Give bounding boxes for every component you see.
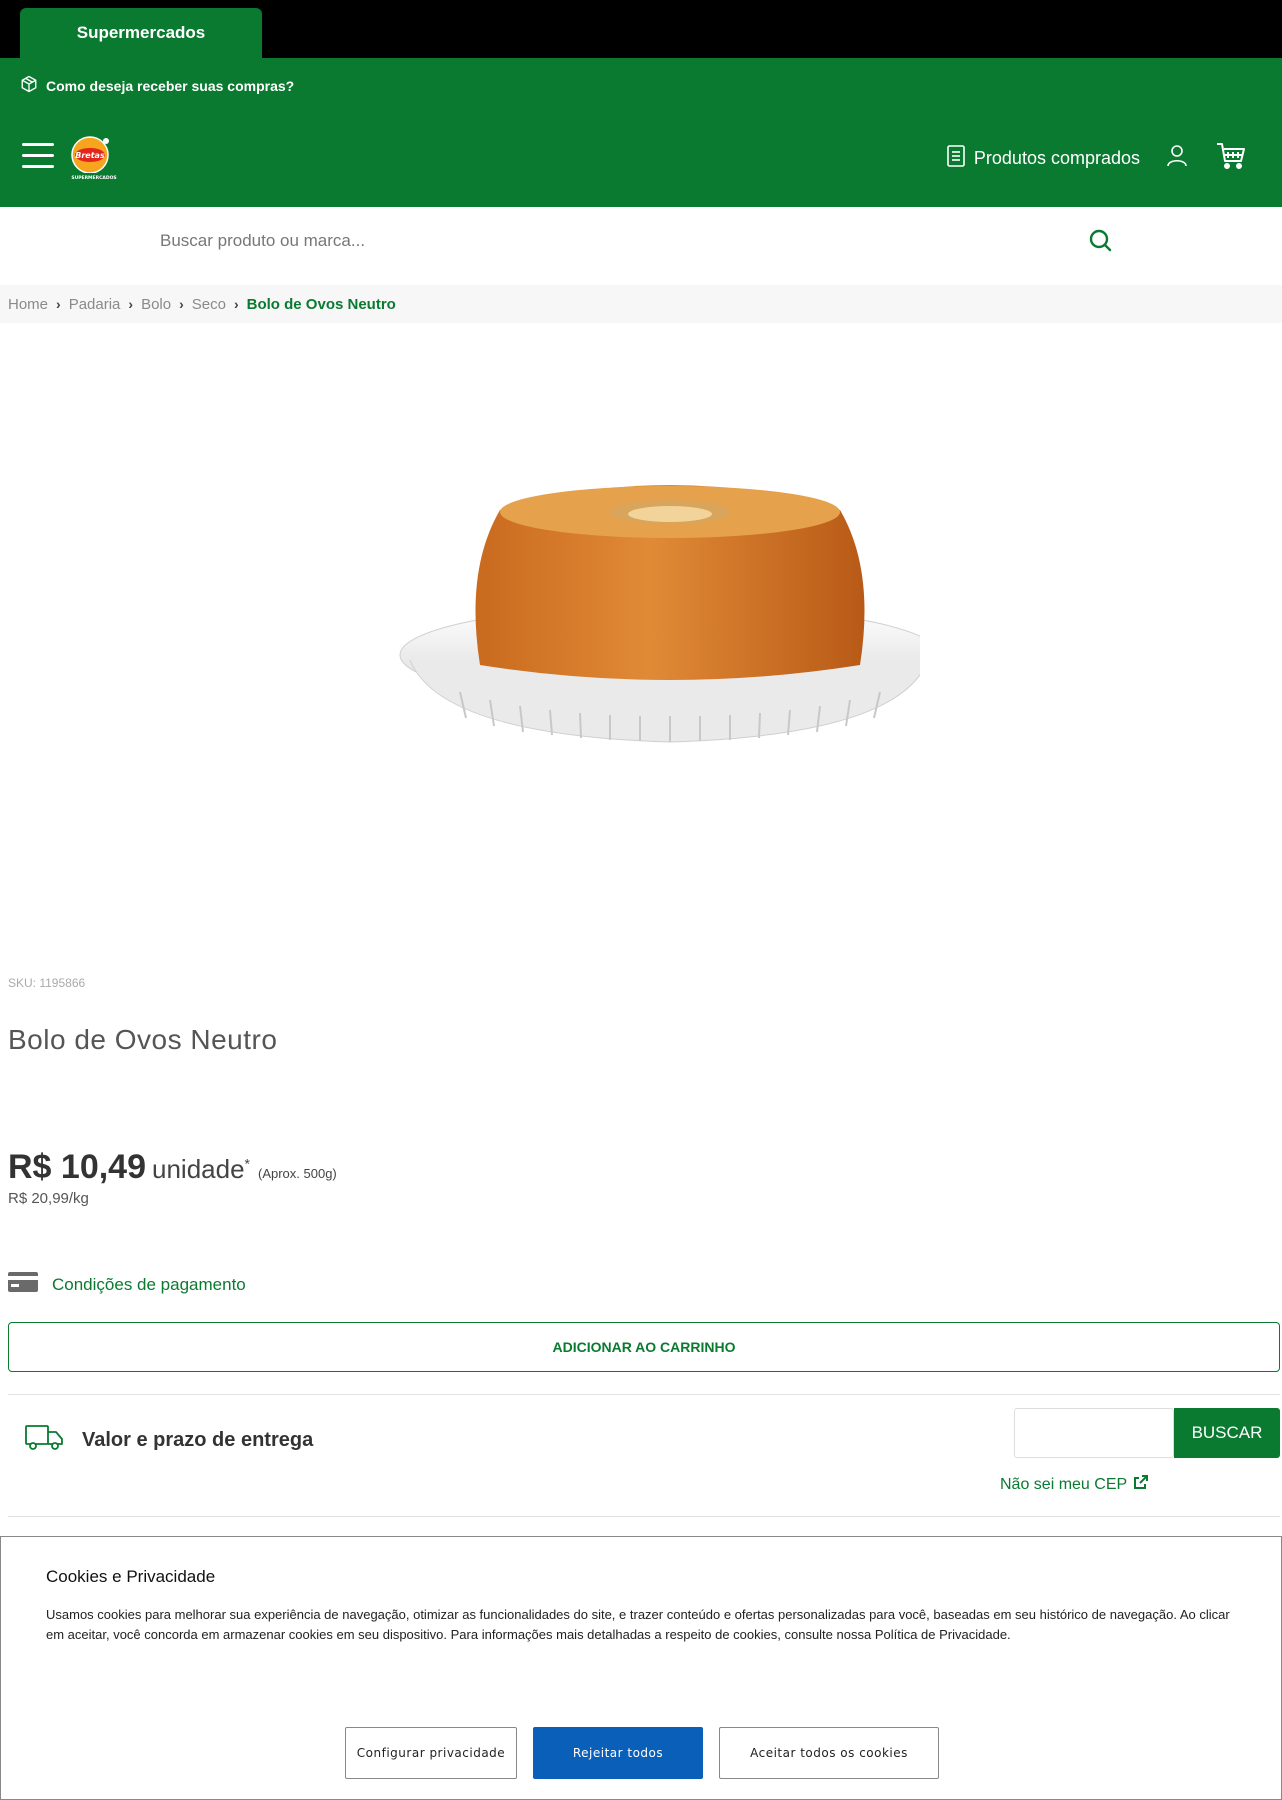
breadcrumb-current: Bolo de Ovos Neutro [246, 295, 396, 313]
user-account-icon[interactable] [1166, 144, 1188, 173]
tab-supermercados[interactable]: Supermercados [20, 8, 262, 58]
product-title: Bolo de Ovos Neutro [8, 1024, 278, 1055]
main-header: Bretas SUPERMERCADOS Produtos comprados [0, 113, 1282, 207]
breadcrumb-separator-icon: › [56, 296, 61, 312]
cookie-consent-banner: Cookies e Privacidade Usamos cookies par… [0, 1536, 1282, 1800]
payment-conditions-label: Condições de pagamento [52, 1274, 246, 1294]
price-unit: unidade* [152, 1154, 250, 1185]
breadcrumb-home[interactable]: Home [8, 296, 48, 313]
payment-conditions-link[interactable]: Condições de pagamento [8, 1272, 246, 1297]
external-link-icon [1133, 1474, 1149, 1495]
breadcrumb-separator-icon: › [128, 296, 134, 312]
divider [8, 1516, 1280, 1517]
product-sku: SKU: 1195866 [8, 976, 86, 990]
bretas-logo[interactable]: Bretas SUPERMERCADOS [66, 133, 132, 185]
delivery-question: Como deseja receber suas compras? [46, 77, 295, 94]
cep-input[interactable] [1014, 1408, 1174, 1458]
delivery-method-bar[interactable]: Como deseja receber suas compras? [0, 58, 1282, 113]
cookie-buttons: Configurar privacidade Rejeitar todos Ac… [1, 1727, 1282, 1779]
top-bar: Supermercados [0, 0, 1282, 58]
shipping-label: Valor e prazo de entrega [24, 1422, 313, 1458]
reject-all-button[interactable]: Rejeitar todos [533, 1727, 703, 1779]
product-image[interactable] [380, 470, 941, 760]
unknown-cep-link[interactable]: Não sei meu CEP [1000, 1474, 1149, 1495]
shipping-label-text: Valor e prazo de entrega [82, 1428, 314, 1451]
logo-text: Bretas [75, 151, 105, 160]
hamburger-menu-icon[interactable] [22, 143, 54, 169]
accept-all-cookies-button[interactable]: Aceitar todos os cookies [719, 1727, 939, 1779]
divider [8, 1394, 1280, 1395]
breadcrumb-padaria[interactable]: Padaria [69, 296, 121, 313]
unknown-cep-label: Não sei meu CEP [1000, 1475, 1128, 1493]
package-icon [20, 75, 38, 96]
add-to-cart-button[interactable]: ADICIONAR AO CARRINHO [8, 1322, 1280, 1372]
receipt-icon [946, 144, 966, 173]
shipping-section: Valor e prazo de entrega BUSCAR Não sei … [24, 1396, 1280, 1516]
price-unit-label: unidade [152, 1154, 245, 1184]
cep-search-button[interactable]: BUSCAR [1174, 1408, 1280, 1458]
tab-supermercados-label: Supermercados [76, 23, 206, 42]
cookie-title: Cookies e Privacidade [46, 1567, 216, 1586]
search-bar [0, 207, 1282, 275]
search-icon[interactable] [1085, 225, 1117, 257]
delivery-truck-icon [24, 1422, 64, 1458]
breadcrumb-separator-icon: › [233, 296, 239, 312]
logo-sub: SUPERMERCADOS [71, 175, 116, 181]
price-per-kg: R$ 20,99/kg [8, 1190, 89, 1207]
purchased-products-label: Produtos comprados [973, 148, 1140, 168]
purchased-products-link[interactable]: Produtos comprados [946, 144, 1140, 173]
header-actions: Produtos comprados [946, 141, 1246, 176]
breadcrumb-bolo[interactable]: Bolo [141, 296, 171, 313]
price-approx-weight: (Aprox. 500g) [258, 1166, 337, 1181]
product-price: R$ 10,49 unidade* (Aprox. 500g) [8, 1148, 337, 1187]
breadcrumb-seco[interactable]: Seco [192, 296, 226, 313]
breadcrumb-separator-icon: › [179, 296, 184, 312]
search-input[interactable] [160, 219, 1070, 263]
credit-card-icon [8, 1272, 38, 1297]
configure-privacy-button[interactable]: Configurar privacidade [345, 1727, 517, 1779]
price-value: R$ 10,49 [8, 1148, 146, 1186]
cookie-text: Usamos cookies para melhorar sua experiê… [46, 1607, 1230, 1642]
price-unit-mark: * [244, 1155, 250, 1172]
breadcrumb: Home › Padaria › Bolo › Seco › Bolo de O… [0, 285, 1282, 323]
cart-icon[interactable] [1216, 141, 1246, 176]
